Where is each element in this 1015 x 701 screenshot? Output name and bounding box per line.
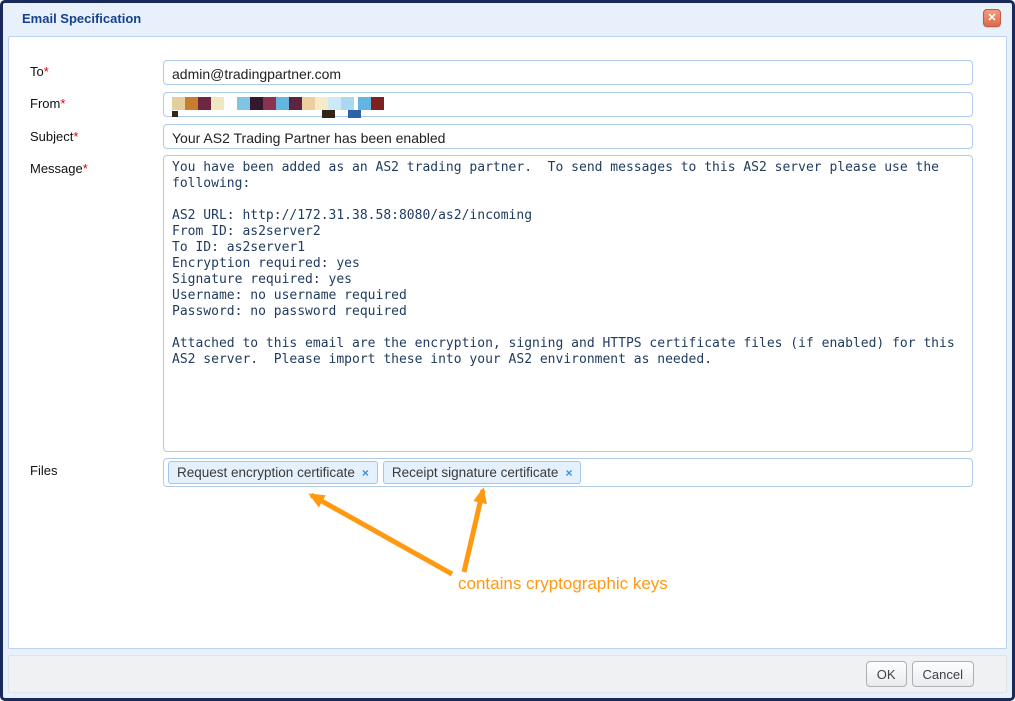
- subject-label: Subject*: [30, 129, 78, 144]
- to-label: To*: [30, 64, 49, 79]
- dialog-footer: OK Cancel: [8, 655, 1007, 693]
- file-chip-label: Receipt signature certificate: [392, 465, 559, 480]
- chip-remove-icon[interactable]: ×: [565, 467, 572, 479]
- file-chip: Receipt signature certificate ×: [383, 461, 582, 484]
- required-marker: *: [44, 64, 49, 79]
- file-chip: Request encryption certificate ×: [168, 461, 378, 484]
- dialog-title: Email Specification: [22, 11, 141, 26]
- close-button[interactable]: ✕: [983, 9, 1001, 27]
- chip-remove-icon[interactable]: ×: [362, 467, 369, 479]
- dialog-titlebar: Email Specification ✕: [3, 3, 1012, 36]
- cancel-button[interactable]: Cancel: [912, 661, 974, 687]
- dialog-body-panel: To* From* Subject* Message* You have bee…: [8, 36, 1007, 649]
- from-redacted-value: [172, 96, 392, 118]
- files-label: Files: [30, 463, 57, 478]
- required-marker: *: [60, 96, 65, 111]
- message-label: Message*: [30, 161, 88, 176]
- ok-button[interactable]: OK: [866, 661, 907, 687]
- arrow-to-encryption-chip: [311, 495, 452, 574]
- email-specification-dialog: Email Specification ✕ To* From* Subject*…: [0, 0, 1015, 701]
- arrow-to-signature-chip: [464, 490, 483, 572]
- subject-input[interactable]: [163, 124, 973, 149]
- file-chip-label: Request encryption certificate: [177, 465, 355, 480]
- close-icon: ✕: [987, 12, 996, 24]
- to-input[interactable]: [163, 60, 973, 85]
- from-label: From*: [30, 96, 65, 111]
- annotation-text: contains cryptographic keys: [458, 574, 668, 594]
- required-marker: *: [73, 129, 78, 144]
- message-textarea[interactable]: You have been added as an AS2 trading pa…: [163, 155, 973, 452]
- files-input[interactable]: Request encryption certificate × Receipt…: [163, 458, 973, 487]
- required-marker: *: [83, 161, 88, 176]
- from-input[interactable]: [163, 92, 973, 117]
